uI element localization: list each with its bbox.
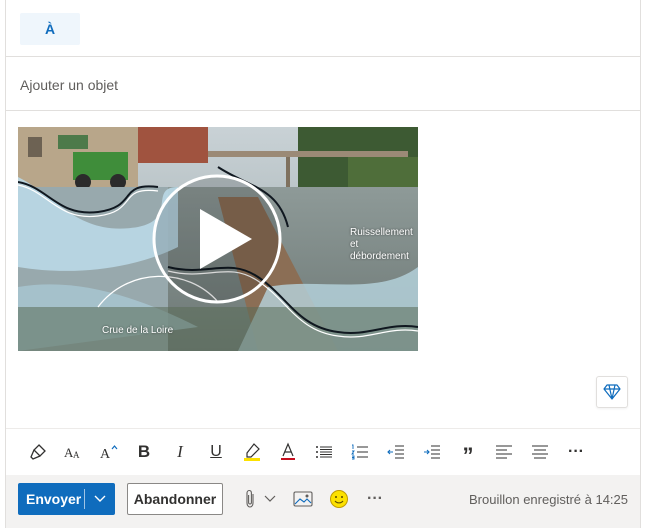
send-label: Envoyer [26,491,82,507]
attach-button[interactable] [239,484,261,514]
chevron-down-icon [264,495,276,502]
picture-icon [293,491,313,507]
chevron-down-icon [94,495,106,502]
subject-input[interactable] [18,69,622,101]
formatting-toolbar: A A A B I U ” ··· [6,429,640,475]
video-thumbnail[interactable]: Ruissellement et débordement Crue de la … [18,127,418,351]
decrease-indent-icon [387,445,404,459]
numbering-button[interactable] [345,437,375,467]
premium-diamond-button[interactable] [596,376,628,408]
grow-font-button[interactable]: A [94,437,124,467]
increase-indent-button[interactable] [417,437,447,467]
more-formatting-button[interactable]: ··· [561,437,591,467]
align-center-button[interactable] [525,437,555,467]
insert-picture-button[interactable] [290,484,316,514]
highlight-button[interactable] [237,437,267,467]
more-actions-button[interactable]: ··· [362,484,388,514]
paperclip-icon [246,489,254,508]
svg-text:A: A [100,447,111,461]
action-bar: Envoyer Abandonner ··· Brouillon enregis… [6,475,640,528]
to-button[interactable]: À [20,13,80,45]
font-size-button[interactable]: A A [58,437,88,467]
italic-button[interactable]: I [165,437,195,467]
attach-options-button[interactable] [262,484,278,514]
underline-button[interactable]: U [201,437,231,467]
quote-button[interactable]: ” [453,437,483,468]
format-painter-button[interactable] [23,437,53,467]
diamond-icon [603,384,621,400]
subject-row [6,57,640,111]
increase-indent-icon [424,445,440,459]
align-center-icon [532,445,548,459]
grow-font-icon: A [100,445,118,461]
video-caption-right: Ruissellement et débordement [350,227,413,262]
svg-text:A: A [73,450,80,460]
align-left-icon [496,445,512,459]
format-painter-icon [30,444,46,460]
bullet-list-icon [316,446,332,458]
bold-button[interactable]: B [129,437,159,467]
draft-status: Brouillon enregistré à 14:25 [469,492,628,507]
discard-button[interactable]: Abandonner [127,483,223,515]
font-size-icon: A A [64,445,80,460]
video-caption-left: Crue de la Loire [102,325,174,336]
align-left-button[interactable] [489,437,519,467]
decrease-indent-button[interactable] [381,437,411,467]
font-color-button[interactable] [273,437,303,467]
to-row: À [6,0,640,57]
bullets-button[interactable] [309,437,339,467]
message-body[interactable]: Ruissellement et débordement Crue de la … [6,111,640,429]
play-icon[interactable] [152,174,282,304]
send-options-button[interactable] [85,483,115,515]
emoji-icon [330,490,348,508]
emoji-button[interactable] [326,484,352,514]
numbered-list-icon [351,444,368,460]
font-color-icon [281,442,295,460]
highlighter-icon [244,443,260,461]
send-button[interactable]: Envoyer [18,483,115,515]
compose-pane: À Ajouter un objet Ruissellement et débo… [5,0,641,528]
